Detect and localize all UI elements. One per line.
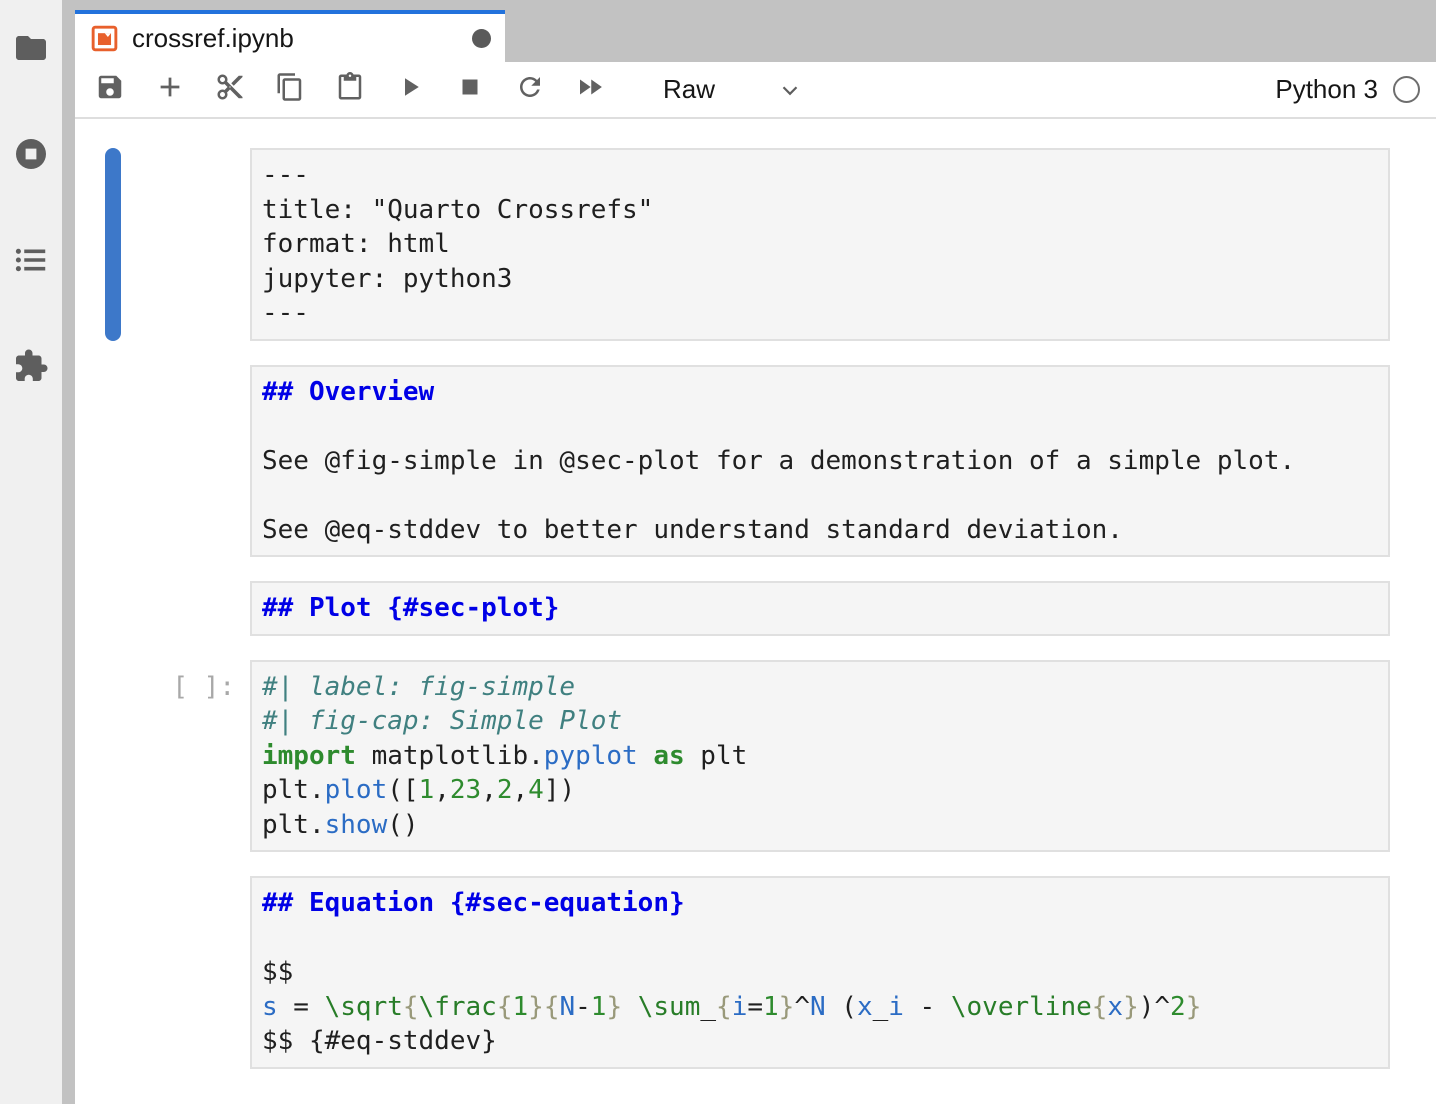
running-icon: [13, 136, 49, 177]
fast-forward-icon: [575, 72, 605, 107]
execution-prompt: [ ]:: [105, 670, 235, 705]
raw-cell: ---title: "Quarto Crossrefs"format: html…: [250, 148, 1390, 341]
cut-icon: [215, 72, 245, 107]
cell-collapser[interactable]: [105, 581, 121, 636]
tab-title: crossref.ipynb: [132, 23, 294, 54]
code-line: $$: [262, 955, 1388, 990]
restart-icon: [515, 72, 545, 107]
main-dock: crossref.ipynb Raw Python 3 ---title: "Q…: [62, 0, 1436, 1104]
notebook-toolbar: Raw Python 3: [75, 62, 1436, 119]
run-icon: [395, 72, 425, 107]
markdown-cell: ## Overview See @fig-simple in @sec-plot…: [250, 365, 1390, 558]
copy-cell-button[interactable]: [275, 75, 305, 105]
code-line: See @fig-simple in @sec-plot for a demon…: [262, 444, 1388, 479]
restart-run-all-button[interactable]: [575, 75, 605, 105]
sidebar-item-extension-manager[interactable]: [12, 349, 50, 387]
code-line: format: html: [262, 227, 1388, 262]
code-line: ## Equation {#sec-equation}: [262, 886, 1388, 921]
restart-kernel-button[interactable]: [515, 75, 545, 105]
cell-type-value: Raw: [663, 74, 715, 105]
run-cell-button[interactable]: [395, 75, 425, 105]
code-line: s = \sqrt{\frac{1}{N-1} \sum_{i=1}^N (x_…: [262, 990, 1388, 1025]
sidebar-item-file-browser[interactable]: [12, 31, 50, 69]
code-line: ---: [262, 158, 1388, 193]
markdown-cell: ## Equation {#sec-equation} $$s = \sqrt{…: [250, 876, 1390, 1069]
save-icon: [95, 72, 125, 107]
cell-editor[interactable]: ---title: "Quarto Crossrefs"format: html…: [250, 148, 1390, 341]
notebook-content: ---title: "Quarto Crossrefs"format: html…: [75, 119, 1436, 1104]
tab-crossref-ipynb[interactable]: crossref.ipynb: [75, 10, 505, 62]
paste-icon: [335, 72, 365, 107]
copy-icon: [275, 72, 305, 107]
stop-icon: [455, 72, 485, 107]
folder-icon: [13, 30, 49, 71]
code-line: ## Plot {#sec-plot}: [262, 591, 1388, 626]
code-line: ## Overview: [262, 375, 1388, 410]
markdown-cell: ## Plot {#sec-plot}: [250, 581, 1390, 636]
cell-collapser[interactable]: [105, 876, 121, 1069]
cell-editor[interactable]: ## Equation {#sec-equation} $$s = \sqrt{…: [250, 876, 1390, 1069]
code-line: ---: [262, 296, 1388, 331]
paste-cell-button[interactable]: [335, 75, 365, 105]
tab-bar: crossref.ipynb: [75, 0, 1436, 62]
add-icon: [155, 72, 185, 107]
cell-collapser[interactable]: [105, 365, 121, 558]
interrupt-kernel-button[interactable]: [455, 75, 485, 105]
sidebar-item-running-kernels[interactable]: [12, 137, 50, 175]
code-line: [262, 409, 1388, 444]
kernel-status-icon[interactable]: [1393, 76, 1420, 103]
unsaved-changes-indicator[interactable]: [472, 29, 491, 48]
save-button[interactable]: [95, 75, 125, 105]
code-line: plt.plot([1,23,2,4]): [262, 773, 1388, 808]
code-line: #| fig-cap: Simple Plot: [262, 704, 1388, 739]
code-line: #| label: fig-simple: [262, 670, 1388, 705]
insert-cell-button[interactable]: [155, 75, 185, 105]
code-line: [262, 478, 1388, 513]
notebook-icon: [90, 24, 119, 53]
left-sidebar: [0, 0, 62, 1104]
cell-editor[interactable]: ## Plot {#sec-plot}: [250, 581, 1390, 636]
cell-editor[interactable]: #| label: fig-simple#| fig-cap: Simple P…: [250, 660, 1390, 853]
cell-type-dropdown[interactable]: Raw: [663, 74, 803, 105]
sidebar-item-table-of-contents[interactable]: [12, 243, 50, 281]
cell-editor[interactable]: ## Overview See @fig-simple in @sec-plot…: [250, 365, 1390, 558]
chevron-down-icon: [777, 77, 803, 103]
code-line: title: "Quarto Crossrefs": [262, 193, 1388, 228]
code-cell: [ ]:#| label: fig-simple#| fig-cap: Simp…: [250, 660, 1390, 853]
toc-icon: [13, 242, 49, 283]
kernel-name[interactable]: Python 3: [1275, 74, 1378, 105]
cut-cell-button[interactable]: [215, 75, 245, 105]
code-line: import matplotlib.pyplot as plt: [262, 739, 1388, 774]
extensions-icon: [13, 348, 49, 389]
code-line: [262, 921, 1388, 956]
code-line: plt.show(): [262, 808, 1388, 843]
code-line: jupyter: python3: [262, 262, 1388, 297]
code-line: $$ {#eq-stddev}: [262, 1024, 1388, 1059]
code-line: See @eq-stddev to better understand stan…: [262, 513, 1388, 548]
cell-collapser[interactable]: [105, 148, 121, 341]
